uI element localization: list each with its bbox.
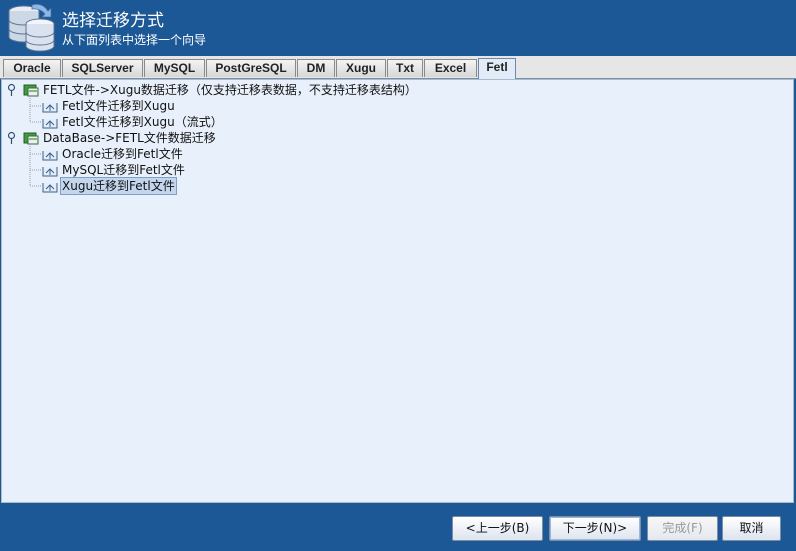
- finish-button[interactable]: 完成(F): [647, 516, 718, 541]
- migration-item-icon: [42, 103, 58, 113]
- tree-item-label: Fetl文件迁移到Xugu（流式）: [62, 115, 223, 129]
- folder-db-icon: [23, 84, 39, 97]
- tab-fetl[interactable]: Fetl: [478, 58, 516, 79]
- migration-item-icon: [42, 167, 58, 177]
- page-title: 选择迁移方式: [62, 11, 164, 31]
- tree-item-label: Oracle迁移到Fetl文件: [62, 147, 183, 161]
- tree-item-label: Fetl文件迁移到Xugu: [62, 99, 175, 113]
- wizard-header: 选择迁移方式 从下面列表中选择一个向导: [0, 0, 796, 56]
- migration-tree: FETL文件->Xugu数据迁移（仅支持迁移表数据，不支持迁移表结构） Fetl…: [1, 79, 794, 503]
- prev-button[interactable]: <上一步(B): [452, 516, 543, 541]
- migration-item-icon: [42, 119, 58, 129]
- tab-excel[interactable]: Excel: [424, 59, 477, 77]
- tab-mysql[interactable]: MySQL: [144, 59, 205, 77]
- tab-postgresql[interactable]: PostGreSQL: [206, 59, 296, 77]
- tab-sqlserver[interactable]: SQLServer: [62, 59, 143, 77]
- migration-item-icon: [42, 183, 58, 193]
- next-button[interactable]: 下一步(N)>: [549, 516, 641, 541]
- tab-dm[interactable]: DM: [297, 59, 335, 77]
- tree-group-label: FETL文件->Xugu数据迁移（仅支持迁移表数据，不支持迁移表结构）: [43, 83, 417, 97]
- expand-toggle-icon[interactable]: [7, 131, 16, 145]
- tab-txt[interactable]: Txt: [387, 59, 423, 77]
- tab-xugu[interactable]: Xugu: [336, 59, 386, 77]
- tree-item-label: Xugu迁移到Fetl文件: [60, 177, 177, 195]
- tab-oracle[interactable]: Oracle: [3, 59, 61, 77]
- expand-toggle-icon[interactable]: [7, 83, 16, 97]
- migration-item-icon: [42, 151, 58, 161]
- folder-db-icon: [23, 132, 39, 145]
- tree-item-label: MySQL迁移到Fetl文件: [62, 163, 185, 177]
- tree-group-label: DataBase->FETL文件数据迁移: [43, 131, 216, 145]
- source-tab-bar: Oracle SQLServer MySQL PostGreSQL DM Xug…: [0, 56, 796, 79]
- page-subtitle: 从下面列表中选择一个向导: [62, 33, 207, 47]
- database-icon: [8, 3, 55, 52]
- wizard-footer: <上一步(B) 下一步(N)> 完成(F) 取消: [0, 504, 796, 551]
- cancel-button[interactable]: 取消: [722, 516, 781, 541]
